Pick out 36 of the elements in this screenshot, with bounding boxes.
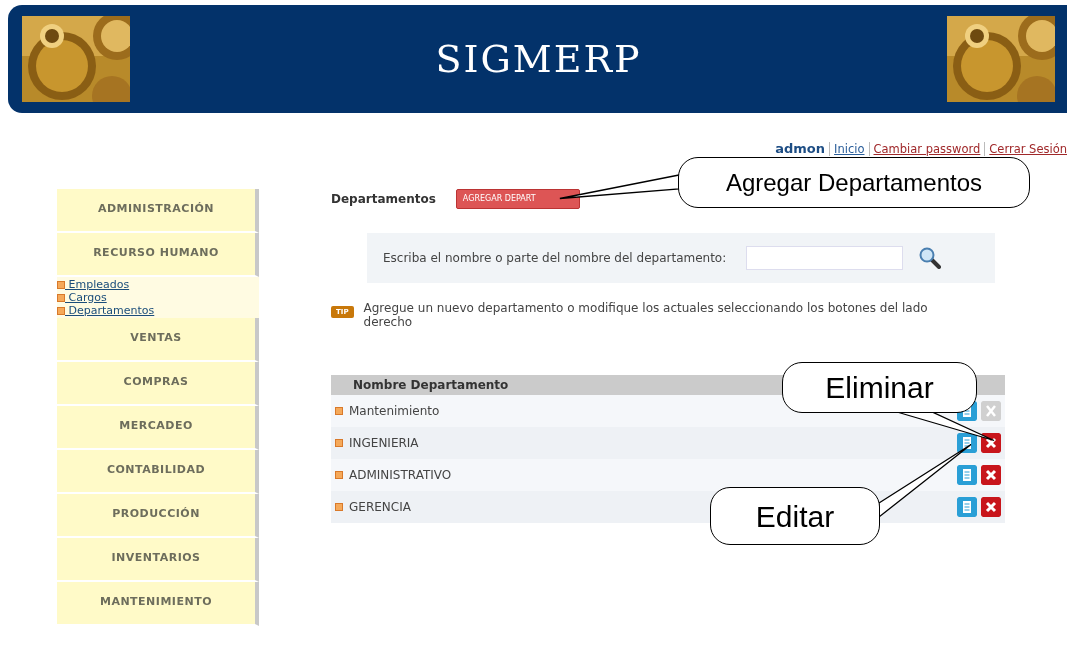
sidebar-item[interactable]: ADMINISTRACIÓN bbox=[57, 188, 259, 233]
submenu-link[interactable]: Departamentos bbox=[65, 303, 155, 317]
callout-label: Editar bbox=[710, 487, 880, 545]
page-title: Departamentos bbox=[331, 190, 436, 208]
user-name: admon bbox=[775, 141, 826, 156]
search-field[interactable] bbox=[746, 245, 904, 270]
sidebar-item[interactable]: MERCADEO bbox=[57, 405, 259, 450]
submenu-link[interactable]: Cargos bbox=[65, 290, 107, 304]
search-label: Escriba el nombre o parte del nombre del departamento: bbox=[383, 249, 727, 267]
tip-text: Agregue un nuevo departamento o modifique los actuales seleccionando los botones del lado derecho bbox=[363, 300, 929, 329]
header-link[interactable]: Cambiar password bbox=[873, 142, 981, 156]
bullet-icon bbox=[57, 293, 65, 302]
search-icon[interactable] bbox=[919, 246, 942, 269]
add-department-button[interactable]: AGREGAR DEPART bbox=[455, 188, 580, 209]
bullet-icon bbox=[335, 438, 343, 447]
table-cell-text: Mantenimiento bbox=[349, 402, 440, 420]
header-link[interactable]: Cerrar Sesión bbox=[989, 142, 1067, 156]
bullet-icon bbox=[57, 280, 65, 289]
sidebar-item[interactable]: MANTENIMIENTO bbox=[57, 581, 259, 626]
table-cell-text: ADMINISTRATIVO bbox=[349, 466, 452, 484]
sidebar-item[interactable]: VENTAS bbox=[57, 317, 259, 362]
bullet-icon bbox=[335, 502, 343, 511]
bullet-icon bbox=[335, 406, 343, 415]
submenu-link[interactable]: Empleados bbox=[65, 277, 130, 291]
sidebar-item[interactable]: PRODUCCIÓN bbox=[57, 493, 259, 538]
sidebar-item[interactable]: INVENTARIOS bbox=[57, 537, 259, 582]
bullet-icon bbox=[335, 470, 343, 479]
bullet-icon bbox=[57, 306, 65, 315]
sidebar-item[interactable]: CONTABILIDAD bbox=[57, 449, 259, 494]
header-link[interactable]: Inicio bbox=[834, 142, 865, 156]
table-cell-text: GERENCIA bbox=[349, 498, 411, 516]
sidebar-item[interactable]: COMPRAS bbox=[57, 361, 259, 406]
site-title: SIGMERP bbox=[435, 35, 642, 83]
sidebar-item[interactable]: RECURSO HUMANO bbox=[57, 232, 259, 277]
table-cell-text: INGENIERIA bbox=[349, 434, 419, 452]
delete-icon[interactable] bbox=[981, 432, 1001, 453]
